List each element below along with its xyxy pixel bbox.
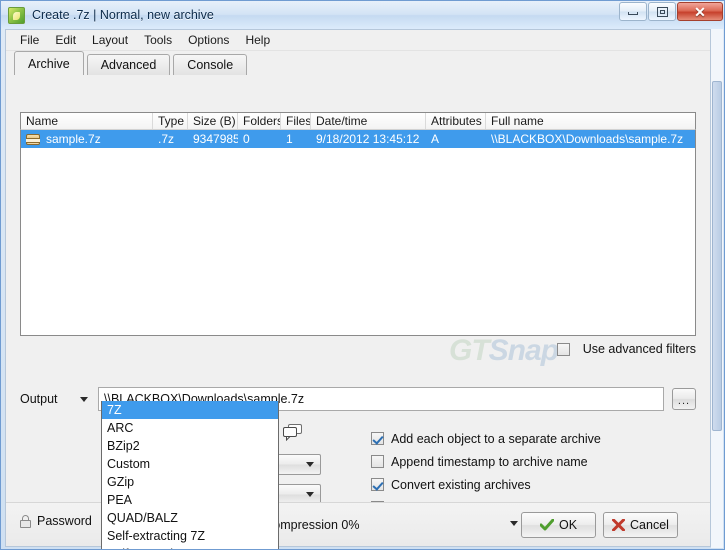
option-append-timestamp-row[interactable]: Append timestamp to archive name bbox=[371, 450, 691, 473]
use-advanced-filters-row[interactable]: Use advanced filters bbox=[556, 342, 696, 356]
window-scrollbar[interactable] bbox=[710, 29, 723, 548]
minimize-icon bbox=[628, 12, 638, 15]
option-append-timestamp-checkbox[interactable] bbox=[371, 455, 384, 468]
watermark-text: Snap bbox=[488, 334, 559, 367]
use-advanced-filters-label: Use advanced filters bbox=[582, 342, 696, 356]
option-add-each-object-checkbox[interactable] bbox=[371, 432, 384, 445]
watermark: GTSnap bbox=[449, 334, 559, 368]
browse-button[interactable]: ... bbox=[672, 388, 696, 410]
option-convert-existing-label: Convert existing archives bbox=[391, 477, 531, 492]
tab-archive[interactable]: Archive bbox=[14, 51, 84, 75]
column-header-fullname[interactable]: Full name bbox=[486, 113, 695, 129]
scrollbar-thumb[interactable] bbox=[712, 81, 722, 431]
column-header-datetime[interactable]: Date/time bbox=[311, 113, 426, 129]
close-button[interactable]: ✕ bbox=[677, 2, 723, 21]
dropdown-option-sfx-7z[interactable]: Self-extracting 7Z bbox=[102, 527, 278, 545]
archive-icon bbox=[26, 133, 40, 145]
tab-advanced[interactable]: Advanced bbox=[86, 54, 171, 75]
column-header-folders[interactable]: Folders bbox=[238, 113, 281, 129]
cross-icon bbox=[612, 519, 626, 531]
cell-size: 93479852 bbox=[193, 132, 238, 146]
cell-name: sample.7z bbox=[46, 132, 101, 146]
dropdown-option-gzip[interactable]: GZip bbox=[102, 473, 278, 491]
tab-console-label: Console bbox=[187, 58, 234, 72]
menu-item-file[interactable]: File bbox=[12, 31, 47, 49]
ok-button[interactable]: OK bbox=[521, 512, 596, 538]
window-title: Create .7z | Normal, new archive bbox=[32, 8, 214, 22]
dropdown-option-custom[interactable]: Custom bbox=[102, 455, 278, 473]
column-header-name[interactable]: Name bbox=[21, 113, 153, 129]
cancel-label: Cancel bbox=[630, 518, 669, 532]
cell-files: 1 bbox=[286, 132, 293, 146]
peazip-icon bbox=[8, 6, 25, 24]
title-bar: Create .7z | Normal, new archive ✕ bbox=[1, 1, 724, 29]
client-area: File Edit Layout Tools Options Help Arch… bbox=[5, 29, 711, 549]
dropdown-option-sfx-arc[interactable]: Self-extracting ARC bbox=[102, 545, 278, 549]
cell-datetime: 9/18/2012 13:45:12 bbox=[316, 132, 420, 146]
tab-console[interactable]: Console bbox=[173, 54, 248, 75]
dropdown-option-bzip2[interactable]: BZip2 bbox=[102, 437, 278, 455]
password-button[interactable]: Password bbox=[20, 514, 92, 528]
menu-bar: File Edit Layout Tools Options Help bbox=[6, 30, 710, 51]
column-header-type[interactable]: Type bbox=[153, 113, 188, 129]
menu-item-layout[interactable]: Layout bbox=[84, 31, 136, 49]
table-row[interactable]: sample.7z .7z 93479852 0 1 9/18/2012 13:… bbox=[21, 130, 695, 148]
comment-icon[interactable] bbox=[283, 424, 303, 441]
maximize-button[interactable] bbox=[648, 2, 676, 21]
menu-item-edit[interactable]: Edit bbox=[47, 31, 84, 49]
close-icon: ✕ bbox=[694, 3, 706, 20]
cancel-button[interactable]: Cancel bbox=[603, 512, 678, 538]
dropdown-option-arc[interactable]: ARC bbox=[102, 419, 278, 437]
password-label: Password bbox=[37, 514, 92, 528]
check-icon bbox=[539, 519, 554, 531]
menu-item-tools[interactable]: Tools bbox=[136, 31, 180, 49]
option-add-each-object-row[interactable]: Add each object to a separate archive bbox=[371, 427, 691, 450]
file-list-body: sample.7z .7z 93479852 0 1 9/18/2012 13:… bbox=[21, 130, 695, 335]
output-history-dropdown-icon[interactable] bbox=[80, 396, 88, 402]
cell-type: .7z bbox=[158, 132, 175, 146]
archive-format-dropdown-list[interactable]: 7Z ARC BZip2 Custom GZip PEA QUAD/BALZ S… bbox=[101, 401, 279, 549]
column-header-files[interactable]: Files bbox=[281, 113, 311, 129]
cell-folders: 0 bbox=[243, 132, 250, 146]
window-controls: ✕ bbox=[619, 2, 723, 21]
maximize-icon bbox=[656, 6, 668, 17]
option-convert-existing-checkbox[interactable] bbox=[371, 478, 384, 491]
chevron-down-icon bbox=[301, 457, 318, 472]
output-label: Output bbox=[20, 392, 58, 406]
use-advanced-filters-checkbox[interactable] bbox=[556, 342, 570, 356]
option-append-timestamp-label: Append timestamp to archive name bbox=[391, 454, 588, 469]
option-add-each-object-label: Add each object to a separate archive bbox=[391, 431, 601, 446]
minimize-button[interactable] bbox=[619, 2, 647, 21]
column-header-size[interactable]: Size (B) bbox=[188, 113, 238, 129]
menu-item-help[interactable]: Help bbox=[237, 31, 278, 49]
cell-fullname: \\BLACKBOX\Downloads\sample.7z bbox=[491, 132, 684, 146]
peazip-create-archive-window: Create .7z | Normal, new archive ✕ File … bbox=[0, 0, 725, 550]
option-convert-existing-row[interactable]: Convert existing archives bbox=[371, 473, 691, 496]
tab-advanced-label: Advanced bbox=[100, 58, 157, 72]
lock-icon bbox=[20, 514, 31, 528]
watermark-prefix: GT bbox=[449, 334, 490, 367]
chevron-down-icon bbox=[301, 487, 318, 502]
menu-item-options[interactable]: Options bbox=[180, 31, 237, 49]
tab-archive-label: Archive bbox=[28, 56, 70, 71]
dropdown-option-7z[interactable]: 7Z bbox=[102, 401, 278, 419]
dropdown-option-pea[interactable]: PEA bbox=[102, 491, 278, 509]
cell-attributes: A bbox=[431, 132, 440, 146]
file-list-header: Name Type Size (B) Folders Files Date/ti… bbox=[20, 112, 696, 130]
tab-strip: Archive Advanced Console bbox=[6, 51, 710, 75]
dropdown-option-quad-balz[interactable]: QUAD/BALZ bbox=[102, 509, 278, 527]
status-dropdown-icon[interactable] bbox=[510, 521, 518, 526]
ok-label: OK bbox=[558, 518, 578, 532]
column-header-attributes[interactable]: Attributes bbox=[426, 113, 486, 129]
